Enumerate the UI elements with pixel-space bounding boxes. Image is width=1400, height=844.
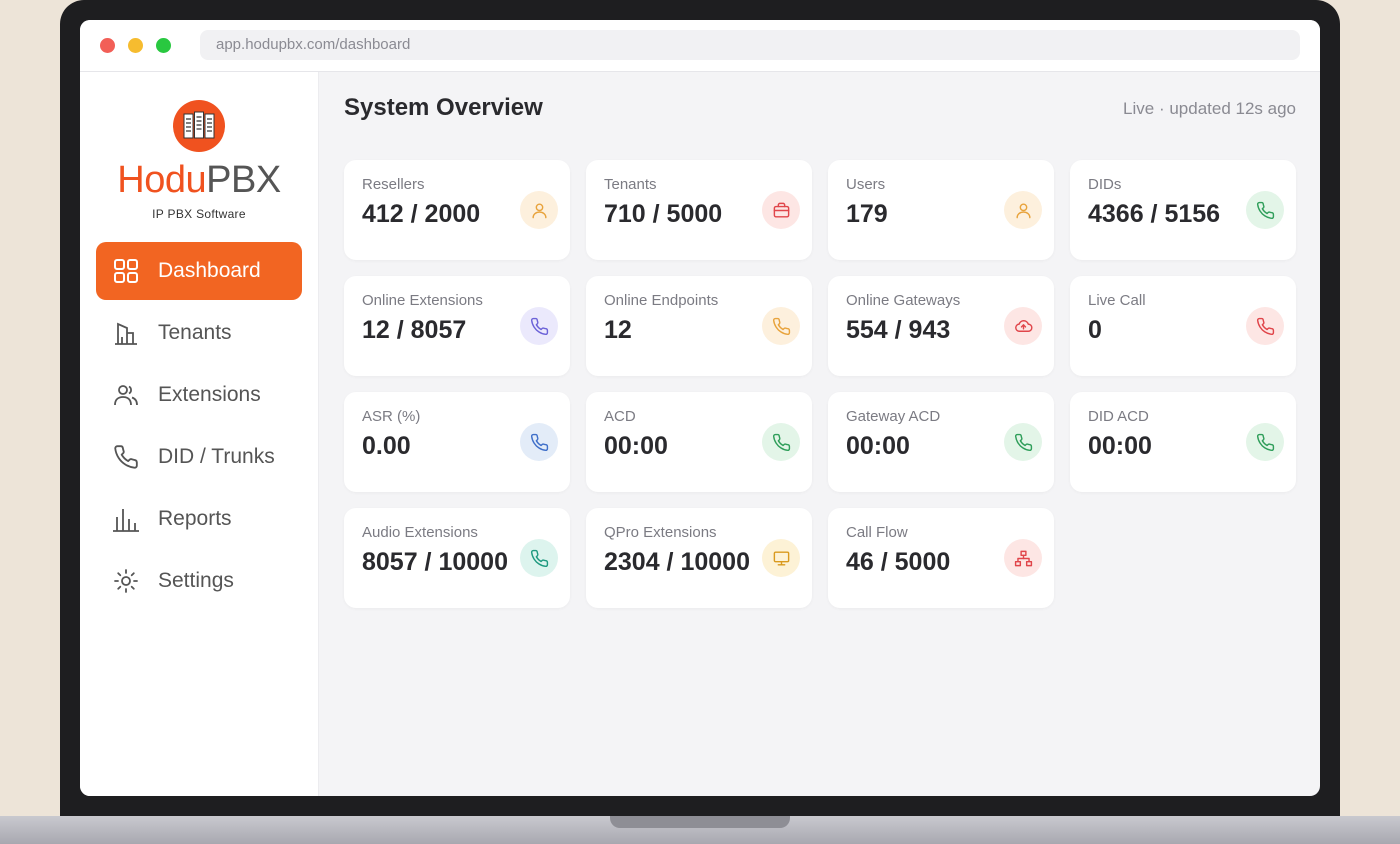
stat-card[interactable]: Online Extensions 12 / 8057 bbox=[344, 276, 570, 376]
bar-chart-icon bbox=[112, 505, 140, 533]
sidebar-item-label: Dashboard bbox=[158, 259, 261, 282]
cloud-upload-icon bbox=[1004, 307, 1042, 345]
stat-card-label: ASR (%) bbox=[362, 408, 421, 425]
stat-card-value: 0.00 bbox=[362, 432, 411, 460]
user-icon bbox=[1004, 191, 1042, 229]
sidebar-item-settings[interactable]: Settings bbox=[96, 552, 302, 610]
main-content: System Overview Live · updated 12s ago R… bbox=[319, 72, 1320, 796]
sidebar: HoduPBX IP PBX Software Dashboard Tenant… bbox=[80, 72, 319, 796]
live-status-text: Live · updated 12s ago bbox=[1123, 99, 1296, 118]
phone-icon bbox=[1246, 307, 1284, 345]
minimize-window-button[interactable] bbox=[128, 38, 143, 53]
stat-card-value: 4366 / 5156 bbox=[1088, 200, 1221, 228]
stat-card-label: Tenants bbox=[604, 176, 657, 193]
maximize-window-button[interactable] bbox=[156, 38, 171, 53]
sidebar-item-label: Extensions bbox=[158, 383, 261, 406]
sitemap-icon bbox=[1004, 539, 1042, 577]
stat-card-value: 554 / 943 bbox=[846, 316, 951, 344]
browser-bar: app.hodupbx.com/dashboard bbox=[80, 20, 1320, 72]
phone-icon bbox=[762, 307, 800, 345]
stat-card-value: 00:00 bbox=[604, 432, 668, 460]
stat-card-value: 710 / 5000 bbox=[604, 200, 723, 228]
phone-icon bbox=[762, 423, 800, 461]
user-icon bbox=[520, 191, 558, 229]
stat-card-label: Audio Extensions bbox=[362, 524, 478, 541]
stat-card[interactable]: Online Endpoints 12 bbox=[586, 276, 812, 376]
monitor-icon bbox=[762, 539, 800, 577]
stat-card-label: Call Flow bbox=[846, 524, 908, 541]
sidebar-item-tenants[interactable]: Tenants bbox=[96, 304, 302, 362]
stat-card[interactable]: Audio Extensions 8057 / 10000 bbox=[344, 508, 570, 608]
briefcase-icon bbox=[762, 191, 800, 229]
stat-card-label: DID ACD bbox=[1088, 408, 1149, 425]
sidebar-item-label: Reports bbox=[158, 507, 232, 530]
brand-logo-icon bbox=[173, 100, 225, 152]
stat-card-value: 46 / 5000 bbox=[846, 548, 951, 576]
phone-icon bbox=[1246, 191, 1284, 229]
stat-card-label: Users bbox=[846, 176, 886, 193]
stat-card-label: Online Gateways bbox=[846, 292, 961, 309]
app-window: app.hodupbx.com/dashboard HoduPBX IP PBX… bbox=[80, 20, 1320, 796]
stat-card-value: 412 / 2000 bbox=[362, 200, 481, 228]
address-bar[interactable]: app.hodupbx.com/dashboard bbox=[200, 30, 1300, 60]
phone-icon bbox=[1004, 423, 1042, 461]
stat-card-label: DIDs bbox=[1088, 176, 1122, 193]
stat-card[interactable]: Live Call 0 bbox=[1070, 276, 1296, 376]
stat-card-value: 12 bbox=[604, 316, 632, 344]
sidebar-item-did-trunks[interactable]: DID / Trunks bbox=[96, 428, 302, 486]
grid-icon bbox=[112, 257, 140, 285]
brand-name: HoduPBX bbox=[117, 159, 281, 201]
sidebar-item-dashboard[interactable]: Dashboard bbox=[96, 242, 302, 300]
laptop-notch bbox=[610, 816, 790, 828]
stat-card-label: Gateway ACD bbox=[846, 408, 941, 425]
stat-card-label: ACD bbox=[604, 408, 636, 425]
stat-card[interactable]: Gateway ACD 00:00 bbox=[828, 392, 1054, 492]
stat-card-value: 00:00 bbox=[1088, 432, 1152, 460]
stat-card-value: 00:00 bbox=[846, 432, 910, 460]
phone-icon bbox=[1246, 423, 1284, 461]
building-icon bbox=[112, 319, 140, 347]
sidebar-item-label: Tenants bbox=[158, 321, 232, 344]
stat-card-label: Resellers bbox=[362, 176, 425, 193]
stat-card-label: Live Call bbox=[1088, 292, 1146, 309]
stat-card-value: 8057 / 10000 bbox=[362, 548, 508, 576]
sidebar-item-extensions[interactable]: Extensions bbox=[96, 366, 302, 424]
phone-icon bbox=[112, 443, 140, 471]
sidebar-item-label: Settings bbox=[158, 569, 234, 592]
gear-icon bbox=[112, 567, 140, 595]
stat-card[interactable]: ACD 00:00 bbox=[586, 392, 812, 492]
phone-icon bbox=[520, 539, 558, 577]
stat-card-label: Online Extensions bbox=[362, 292, 483, 309]
stat-card-value: 2304 / 10000 bbox=[604, 548, 750, 576]
stat-card[interactable]: DID ACD 00:00 bbox=[1070, 392, 1296, 492]
stat-card-label: Online Endpoints bbox=[604, 292, 719, 309]
stat-card-value: 0 bbox=[1088, 316, 1102, 344]
stat-card[interactable]: Online Gateways 554 / 943 bbox=[828, 276, 1054, 376]
stat-card[interactable]: DIDs 4366 / 5156 bbox=[1070, 160, 1296, 260]
stat-card[interactable]: Resellers 412 / 2000 bbox=[344, 160, 570, 260]
close-window-button[interactable] bbox=[100, 38, 115, 53]
stat-card[interactable]: Call Flow 46 / 5000 bbox=[828, 508, 1054, 608]
brand-tagline: IP PBX Software bbox=[152, 207, 246, 221]
stat-card-value: 179 bbox=[846, 200, 888, 228]
stat-card[interactable]: Tenants 710 / 5000 bbox=[586, 160, 812, 260]
sidebar-item-reports[interactable]: Reports bbox=[96, 490, 302, 548]
page-title: System Overview bbox=[344, 94, 543, 121]
phone-icon bbox=[520, 307, 558, 345]
stat-card-label: QPro Extensions bbox=[604, 524, 717, 541]
phone-icon bbox=[520, 423, 558, 461]
stat-card[interactable]: QPro Extensions 2304 / 10000 bbox=[586, 508, 812, 608]
sidebar-item-label: DID / Trunks bbox=[158, 445, 275, 468]
users-icon bbox=[112, 381, 140, 409]
stat-card[interactable]: ASR (%) 0.00 bbox=[344, 392, 570, 492]
stat-card-value: 12 / 8057 bbox=[362, 316, 467, 344]
stat-card[interactable]: Users 179 bbox=[828, 160, 1054, 260]
